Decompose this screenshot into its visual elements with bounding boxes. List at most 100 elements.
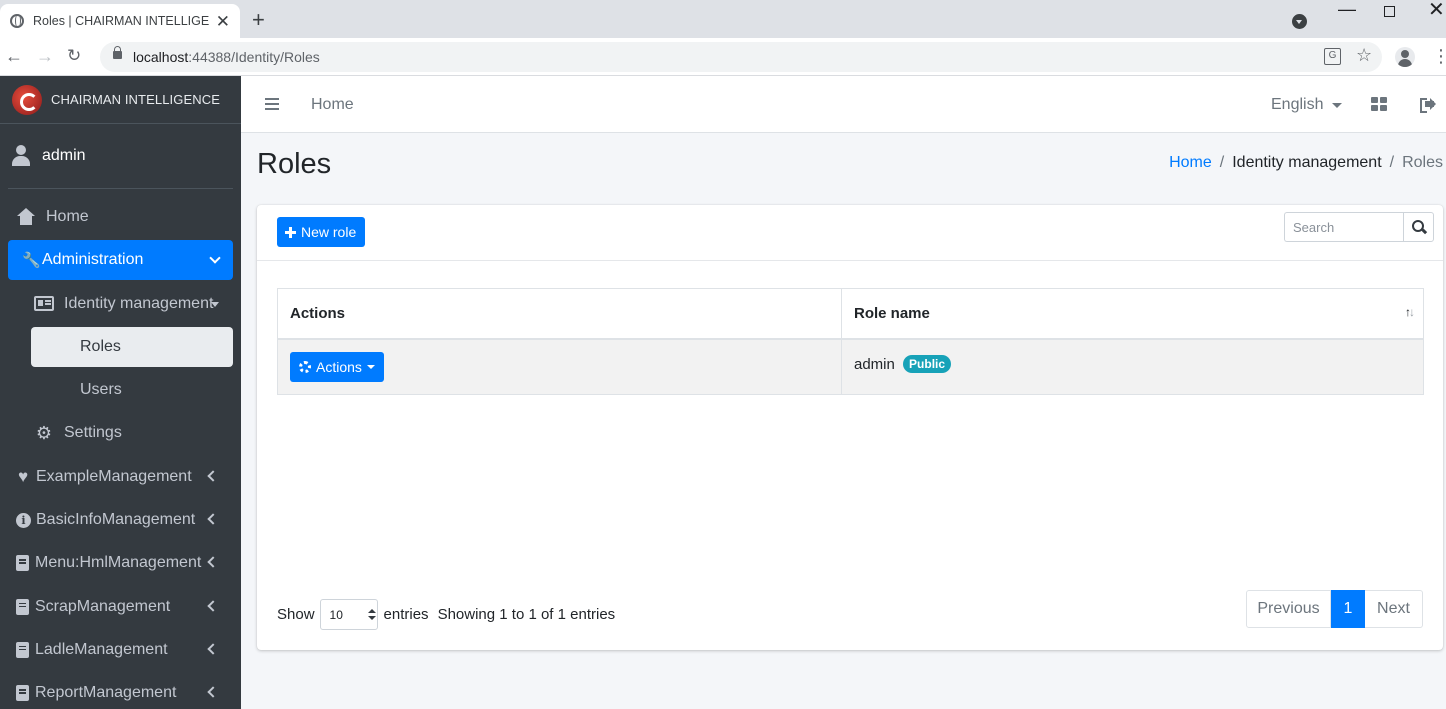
book-icon [16, 555, 29, 572]
sidebar-item-label: ExampleManagement [36, 467, 192, 485]
table-info: Showing 1 to 1 of 1 entries [437, 606, 616, 623]
roles-card: New role Actions Role name ↑↓ Actions [257, 205, 1443, 650]
info-icon: i [16, 512, 31, 528]
chevron-left-icon [207, 686, 219, 698]
hamburger-menu-icon[interactable] [265, 98, 279, 100]
logout-icon[interactable] [1420, 97, 1436, 113]
sidebar-item-scrapmanagement[interactable]: ScrapManagement [8, 587, 233, 627]
search-input[interactable] [1284, 212, 1403, 242]
brand[interactable]: CHAIRMAN INTELLIGENCE [0, 76, 241, 124]
sidebar-item-label: BasicInfoManagement [36, 511, 196, 529]
lock-icon [113, 46, 122, 59]
tab-title: Roles | CHAIRMAN INTELLIGENCE [33, 14, 209, 28]
sidebar-item-ladlemanagement[interactable]: LadleManagement [8, 630, 233, 670]
search-group [1284, 212, 1434, 242]
sidebar-nav: Home 🔧 Administration Identity managemen… [0, 189, 241, 709]
roles-table: Actions Role name ↑↓ Actions admin Publi… [277, 288, 1424, 395]
wrench-icon: 🔧 [22, 252, 41, 270]
page-1-button[interactable]: 1 [1331, 590, 1365, 628]
back-arrow-icon[interactable]: ← [5, 47, 23, 65]
tab-close-icon[interactable]: ✕ [216, 13, 230, 30]
address-bar: ← → ↻ localhost:44388/Identity/Roles G ☆… [0, 38, 1446, 76]
sidebar-item-label: ReportManagement [35, 684, 177, 702]
book-icon [16, 598, 29, 615]
chevron-left-icon [207, 513, 219, 525]
chevron-down-icon [209, 252, 221, 264]
column-header-actions: Actions [277, 288, 842, 340]
sidebar-item-basicinfomanagement[interactable]: i BasicInfoManagement [8, 500, 233, 540]
table-length-control: Show 10 entries Showing 1 to 1 of 1 entr… [277, 599, 615, 630]
user-panel[interactable]: admin [8, 124, 233, 189]
minimize-icon[interactable]: — [1338, 0, 1356, 18]
sidebar-item-reportmanagement[interactable]: ReportManagement [8, 673, 233, 709]
sort-icon[interactable]: ↑↓ [1405, 305, 1415, 319]
sidebar-item-examplemanagement[interactable]: ♥ ExampleManagement [8, 457, 233, 497]
new-role-button[interactable]: New role [277, 217, 366, 247]
top-navbar: Home English [241, 76, 1446, 133]
translate-icon[interactable]: G [1324, 48, 1341, 65]
gear-icon: ⚙ [35, 422, 53, 443]
bookmark-star-icon[interactable]: ☆ [1356, 46, 1372, 64]
sidebar-item-label: Administration [42, 251, 144, 269]
book-icon [16, 641, 29, 658]
brand-name: CHAIRMAN INTELLIGENCE [51, 92, 220, 107]
sidebar-item-label: Users [80, 381, 122, 399]
breadcrumb-separator: / [1219, 154, 1225, 171]
table-header-row: Actions Role name ↑↓ [277, 288, 1424, 340]
plus-icon [285, 226, 296, 238]
previous-page-button[interactable]: Previous [1246, 590, 1331, 628]
sidebar-item-hmlmanagement[interactable]: Menu:HmlManagement [8, 543, 233, 583]
actions-dropdown-button[interactable]: Actions [290, 351, 384, 382]
new-role-label: New role [301, 224, 357, 240]
role-name: admin [854, 355, 895, 373]
heart-icon: ♥ [17, 466, 29, 486]
profile-avatar-icon[interactable] [1395, 47, 1415, 67]
tab-search-icon[interactable] [1292, 14, 1307, 29]
sidebar-item-roles[interactable]: Roles [31, 326, 233, 367]
url-field[interactable]: localhost:44388/Identity/Roles G ☆ [100, 42, 1382, 72]
breadcrumb-home[interactable]: Home [1169, 154, 1212, 172]
language-dropdown[interactable]: English [1271, 96, 1323, 114]
page-length-select[interactable]: 10 [319, 599, 378, 630]
card-header: New role [257, 205, 1443, 261]
browser-menu-icon[interactable]: ⋮ [1432, 47, 1446, 65]
url-text: localhost:44388/Identity/Roles [133, 49, 320, 65]
breadcrumb: Home / Identity management / Roles [1169, 154, 1443, 172]
column-header-role-name[interactable]: Role name ↑↓ [841, 288, 1424, 340]
page-length-value: 10 [329, 607, 343, 622]
chevron-left-icon [207, 600, 219, 612]
forward-arrow-icon[interactable]: → [36, 47, 54, 65]
caret-down-icon [366, 364, 375, 369]
sidebar-item-users[interactable]: Users [8, 370, 233, 410]
next-page-button[interactable]: Next [1365, 590, 1423, 628]
search-icon[interactable] [1403, 212, 1434, 242]
browser-tab[interactable]: Roles | CHAIRMAN INTELLIGENCE ✕ [0, 4, 240, 38]
sidebar-item-label: LadleManagement [35, 640, 168, 658]
sidebar-item-identity-management[interactable]: Identity management [8, 284, 233, 324]
gear-icon [299, 360, 311, 373]
maximize-icon[interactable] [1384, 6, 1395, 17]
chevron-left-icon [207, 470, 219, 482]
chevron-left-icon [207, 556, 219, 569]
show-label: Show [277, 606, 315, 623]
book-icon [16, 685, 29, 702]
sidebar: CHAIRMAN INTELLIGENCE admin Home 🔧 Admin… [0, 76, 241, 709]
top-nav-home-link[interactable]: Home [311, 96, 354, 114]
sidebar-item-administration[interactable]: 🔧 Administration [8, 240, 233, 281]
sidebar-item-label: Menu:HmlManagement [35, 554, 202, 572]
id-card-icon [34, 296, 54, 312]
sidebar-item-home[interactable]: Home [8, 197, 233, 237]
role-name-cell: admin Public [841, 338, 1424, 395]
breadcrumb-separator: / [1389, 154, 1395, 171]
new-tab-icon[interactable]: + [252, 9, 265, 31]
user-name: admin [42, 147, 86, 164]
actions-cell: Actions [277, 338, 842, 395]
breadcrumb-identity-management: Identity management [1232, 154, 1382, 171]
window-close-icon[interactable]: ✕ [1428, 0, 1445, 20]
sidebar-item-settings[interactable]: ⚙ Settings [8, 413, 233, 453]
breadcrumb-roles: Roles [1402, 154, 1443, 171]
grid-icon[interactable] [1371, 97, 1387, 111]
caret-down-icon[interactable] [1332, 103, 1342, 108]
public-badge: Public [903, 354, 952, 373]
reload-icon[interactable]: ↻ [67, 47, 81, 64]
